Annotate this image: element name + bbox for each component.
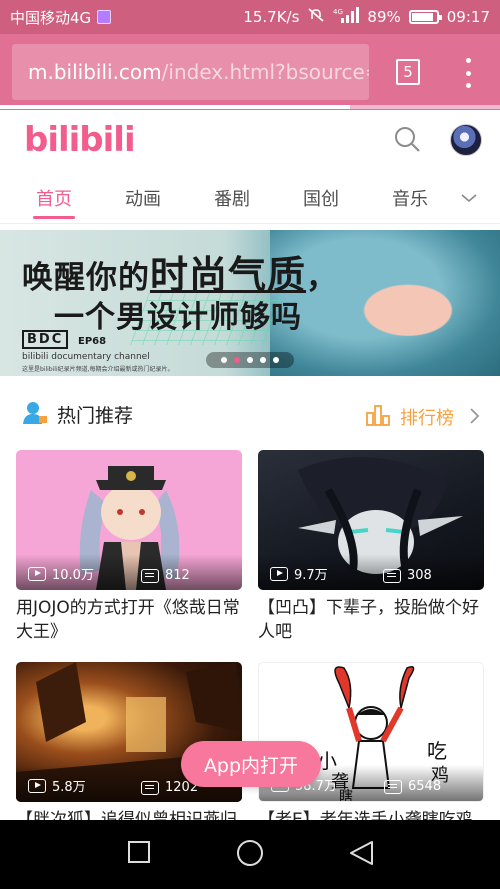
banner-headline-2: 一个男设计师够吗 bbox=[54, 300, 302, 335]
view-count: 5.8万 bbox=[28, 776, 86, 795]
danmaku-count: 308 bbox=[383, 568, 432, 583]
danmaku-count: 6548 bbox=[384, 779, 441, 794]
hot-user-icon bbox=[23, 402, 47, 424]
mute-icon bbox=[307, 7, 325, 27]
play-count-icon bbox=[270, 566, 288, 581]
video-title[interactable]: 【凹凸】下辈子，投胎做个好人吧 bbox=[258, 596, 484, 644]
network-speed: 15.7K/s bbox=[243, 8, 300, 26]
tab-switcher-button[interactable]: 5 bbox=[396, 59, 420, 85]
danmaku-icon bbox=[141, 780, 159, 795]
video-thumbnail[interactable]: 10.0万 812 bbox=[16, 450, 242, 590]
danmaku-count: 812 bbox=[141, 568, 190, 583]
danmaku-icon bbox=[384, 779, 402, 794]
open-in-app-button[interactable]: App内打开 bbox=[181, 741, 321, 787]
url-path: /index.html?bsource= bbox=[161, 60, 369, 84]
carousel-dot[interactable] bbox=[260, 357, 266, 363]
browser-toolbar: m.bilibili.com/index.html?bsource= 5 bbox=[0, 34, 500, 110]
site-header: bilibili bbox=[0, 110, 500, 172]
view-count: 9.7万 bbox=[270, 564, 328, 583]
section-title: 热门推荐 bbox=[57, 405, 134, 427]
notification-app-icon bbox=[97, 10, 112, 24]
banner-headline-1: 唤醒你的时尚气质， bbox=[22, 253, 339, 297]
video-title[interactable]: 用JOJO的方式打开《悠哉日常大王》 bbox=[16, 596, 242, 644]
carrier-label: 中国移动4G bbox=[10, 8, 92, 27]
battery-fill bbox=[411, 13, 434, 21]
bdc-badge: BDC bbox=[22, 330, 69, 349]
carousel-dot[interactable] bbox=[234, 357, 240, 363]
danmaku-icon bbox=[141, 568, 159, 583]
video-thumbnail[interactable]: 9.7万 308 bbox=[258, 450, 484, 590]
video-card[interactable]: 9.7万 308 【凹凸】下辈子，投胎做个好人吧 bbox=[258, 450, 484, 644]
doodle-text-4: 吃 bbox=[427, 739, 447, 763]
ranking-icon[interactable] bbox=[366, 404, 390, 426]
video-card[interactable]: 10.0万 812 用JOJO的方式打开《悠哉日常大王》 bbox=[16, 450, 242, 644]
danmaku-icon bbox=[383, 568, 401, 583]
carousel-dot[interactable] bbox=[221, 357, 227, 363]
system-nav-bar bbox=[0, 820, 500, 889]
hot-recommend-header: 热门推荐 排行榜 bbox=[0, 392, 500, 436]
channel-label: bilibili documentary channel bbox=[22, 352, 150, 362]
ranking-link[interactable]: 排行榜 bbox=[400, 404, 454, 430]
search-icon[interactable] bbox=[394, 126, 420, 152]
active-tab-indicator bbox=[33, 216, 75, 219]
chevron-down-icon[interactable] bbox=[459, 188, 479, 208]
tab-animation[interactable]: 动画 bbox=[113, 185, 173, 211]
carousel-indicators bbox=[206, 352, 294, 368]
page-load-progress bbox=[0, 105, 350, 109]
play-count-icon bbox=[28, 566, 46, 581]
carousel-dot[interactable] bbox=[247, 357, 253, 363]
tab-home[interactable]: 首页 bbox=[24, 185, 84, 211]
back-icon[interactable] bbox=[348, 840, 374, 866]
user-avatar[interactable] bbox=[450, 124, 482, 156]
browser-menu-icon[interactable] bbox=[460, 58, 476, 88]
page-load-progress-track bbox=[350, 105, 500, 109]
status-bar: 中国移动4G 15.7K/s 4G 89% 09:17 bbox=[0, 0, 500, 34]
battery-percent: 89% bbox=[367, 8, 401, 26]
recent-apps-icon[interactable] bbox=[128, 841, 150, 863]
tab-bangumi[interactable]: 番剧 bbox=[202, 185, 262, 211]
episode-label: EP68 bbox=[78, 336, 107, 347]
clock: 09:17 bbox=[446, 8, 490, 26]
carousel-dot[interactable] bbox=[273, 357, 279, 363]
banner-caption: 这里是bilibili纪录片频道,每期会介绍最新或热门纪录片。 bbox=[22, 366, 174, 373]
url-bar[interactable]: m.bilibili.com/index.html?bsource= bbox=[12, 44, 369, 100]
bilibili-logo[interactable]: bilibili bbox=[24, 120, 136, 160]
battery-icon bbox=[408, 10, 442, 24]
tab-guochuang[interactable]: 国创 bbox=[291, 185, 351, 211]
chevron-right-icon[interactable] bbox=[468, 407, 480, 425]
network-type-label: 4G bbox=[333, 8, 343, 16]
home-icon[interactable] bbox=[236, 839, 264, 867]
category-tabs: 首页 动画 番剧 国创 音乐 bbox=[0, 172, 500, 224]
signal-icon: 4G bbox=[333, 7, 360, 27]
play-count-icon bbox=[28, 778, 46, 793]
url-host: m.bilibili.com bbox=[28, 60, 162, 84]
tab-music[interactable]: 音乐 bbox=[380, 185, 440, 211]
view-count: 10.0万 bbox=[28, 564, 94, 583]
